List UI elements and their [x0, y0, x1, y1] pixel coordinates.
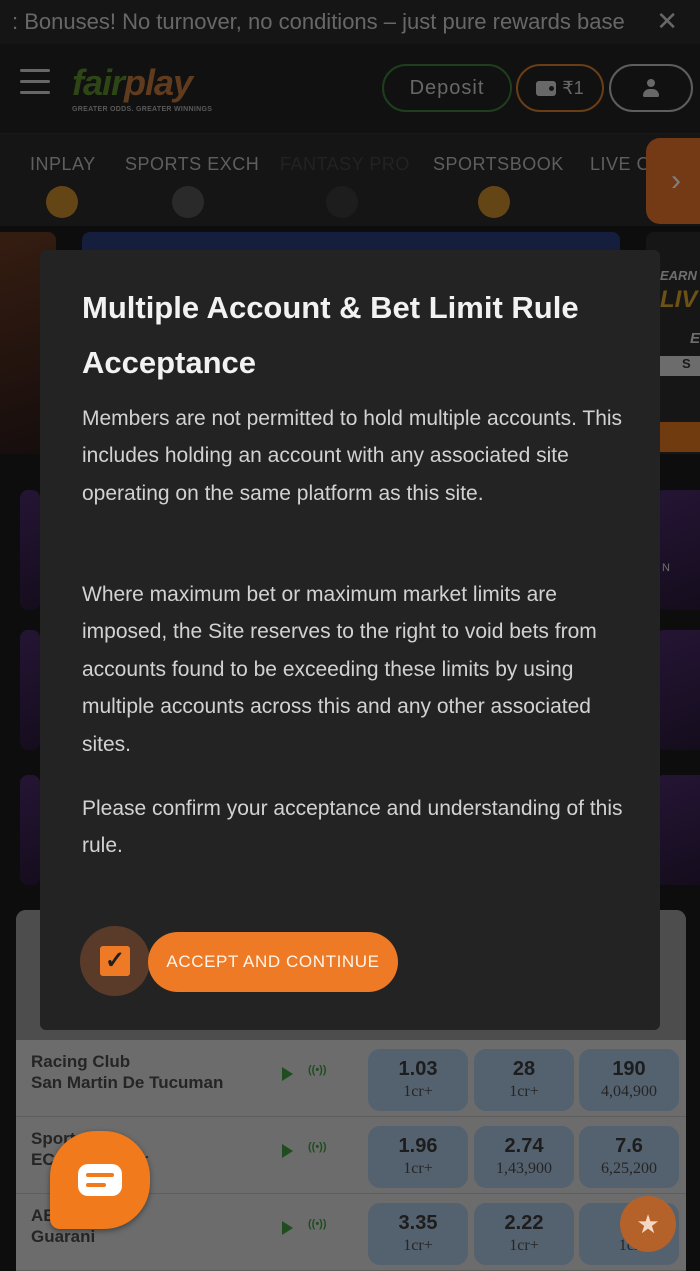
modal-paragraph-1: Members are not permitted to hold multip… — [82, 407, 623, 505]
favorite-star-icon[interactable]: ★ — [620, 1196, 676, 1252]
chat-icon — [78, 1164, 122, 1196]
accept-checkbox[interactable]: ✓ — [80, 926, 150, 996]
modal-paragraph-2: Where maximum bet or maximum market limi… — [82, 583, 597, 756]
modal-paragraph-3: Please confirm your acceptance and under… — [82, 797, 623, 858]
accept-and-continue-button[interactable]: ACCEPT AND CONTINUE — [148, 932, 398, 992]
checkmark-icon: ✓ — [100, 946, 130, 976]
rule-acceptance-modal: Multiple Account & Bet Limit Rule Accept… — [40, 250, 660, 1030]
chat-support-button[interactable] — [50, 1131, 150, 1229]
modal-title: Multiple Account & Bet Limit Rule Accept… — [82, 290, 579, 380]
